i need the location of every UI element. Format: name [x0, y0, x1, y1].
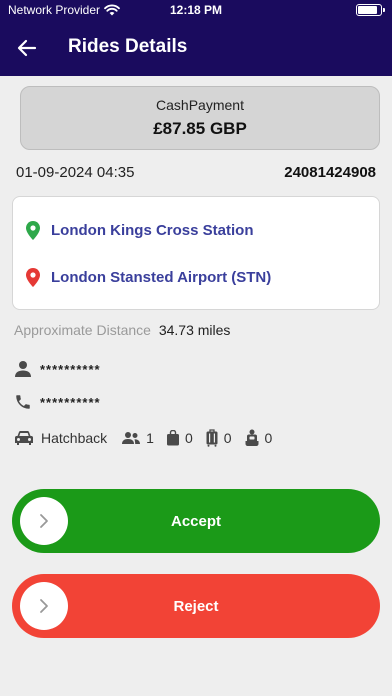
status-time: 12:18 PM — [169, 3, 223, 17]
status-bar: Network Provider 12:18 PM — [0, 3, 392, 19]
payment-method: CashPayment — [156, 97, 244, 113]
vehicle-info-row: Hatchback 1 0 0 0 — [14, 426, 284, 450]
distance-value: 34.73 miles — [158, 322, 231, 338]
passenger-count: 1 — [146, 430, 154, 446]
dropoff-location: London Stansted Airport (STN) — [25, 266, 271, 288]
back-button[interactable] — [16, 37, 38, 59]
passenger-phone: ********** — [40, 394, 101, 410]
reject-label: Reject — [173, 597, 219, 615]
bag-icon — [166, 430, 180, 446]
map-pin-icon — [25, 267, 41, 287]
battery-icon — [356, 4, 385, 16]
payment-summary-card: CashPayment £87.85 GBP — [20, 86, 380, 150]
suitcase-count: 0 — [223, 430, 232, 446]
distance-info: Approximate Distance 34.73 miles — [14, 322, 230, 338]
reject-swipe-button[interactable]: Reject — [12, 574, 380, 638]
ride-meta: 01-09-2024 04:35 24081424908 — [16, 164, 376, 184]
dropoff-address: London Stansted Airport (STN) — [51, 268, 272, 286]
route-card: London Kings Cross Station London Stanst… — [12, 196, 380, 310]
child-seat-count: 0 — [264, 430, 273, 446]
hand-luggage-count: 0 — [184, 430, 193, 446]
person-icon — [15, 361, 31, 377]
vehicle-type: Hatchback — [41, 430, 108, 446]
ride-datetime: 01-09-2024 04:35 — [16, 164, 135, 181]
car-icon — [14, 430, 34, 446]
back-arrow-icon — [17, 39, 37, 57]
group-icon — [121, 431, 141, 445]
accept-label: Accept — [170, 512, 222, 530]
ride-id: 24081424908 — [284, 164, 376, 181]
passenger-name: ********** — [40, 361, 101, 377]
page-title: Rides Details — [68, 36, 188, 57]
pickup-address: London Kings Cross Station — [51, 221, 254, 239]
map-pin-icon — [25, 220, 41, 240]
child-seat-icon — [244, 429, 260, 447]
distance-label: Approximate Distance — [14, 322, 151, 338]
app-header: Network Provider 12:18 PM Rides Details — [0, 0, 392, 76]
accept-swipe-button[interactable]: Accept — [12, 489, 380, 553]
passenger-phone-row: ********** — [14, 391, 101, 413]
suitcase-icon — [205, 429, 219, 447]
pickup-location: London Kings Cross Station — [25, 219, 254, 241]
fare-amount: £87.85 GBP — [153, 119, 247, 138]
passenger-name-row: ********** — [14, 358, 101, 380]
phone-icon — [16, 395, 30, 409]
